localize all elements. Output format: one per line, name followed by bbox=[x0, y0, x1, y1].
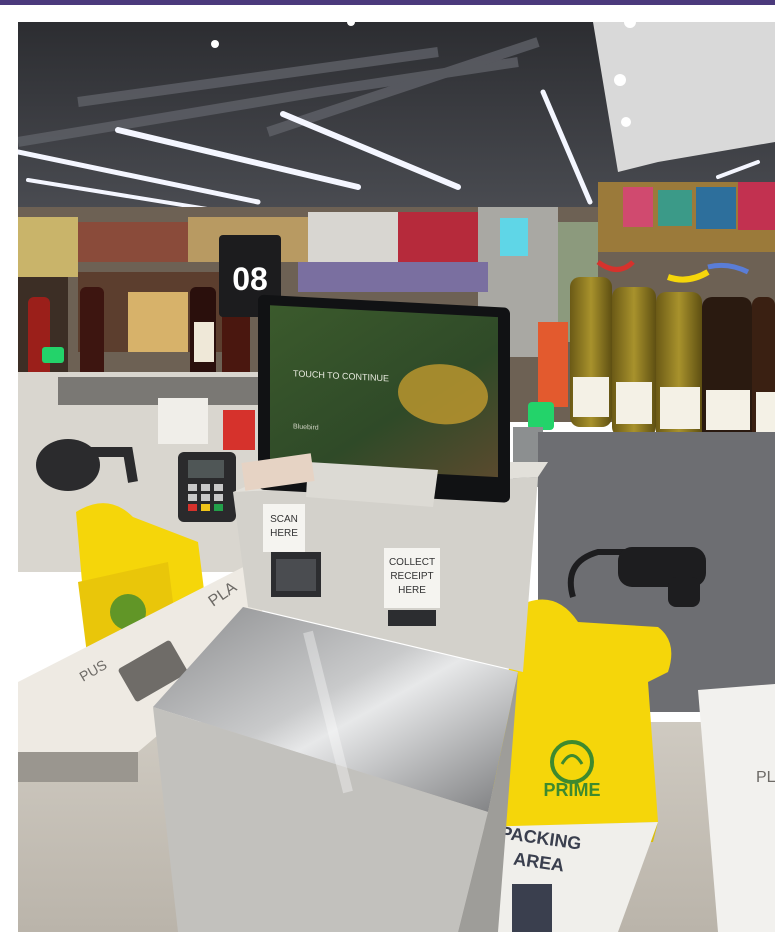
poster-red bbox=[223, 410, 255, 450]
left-counter-front bbox=[18, 752, 138, 782]
packing-area-arrow bbox=[512, 884, 552, 932]
frame-top-border bbox=[0, 0, 775, 5]
green-indicator-right bbox=[528, 402, 554, 430]
collect-receipt-line1: COLLECT bbox=[389, 557, 435, 568]
collect-receipt-line3: HERE bbox=[398, 585, 426, 596]
right-counter-sign: PL bbox=[756, 769, 775, 786]
terminal-display bbox=[188, 460, 224, 478]
poster-left bbox=[158, 398, 208, 444]
checkout-photo: 08 PLA PUS PL PRIME PACKING AREA SCAN HE… bbox=[18, 22, 775, 932]
orange-cup bbox=[538, 322, 568, 407]
collect-receipt-line2: RECEIPT bbox=[390, 571, 433, 582]
scan-here-line2: HERE bbox=[270, 528, 298, 539]
terminal-keypad bbox=[188, 484, 223, 511]
lane-number: 08 bbox=[232, 261, 268, 297]
receipt-slot bbox=[388, 610, 436, 626]
right-scanner-grip bbox=[668, 577, 700, 607]
green-indicator-left bbox=[42, 347, 64, 363]
scanner-glass bbox=[276, 559, 316, 591]
bag-brand: PRIME bbox=[543, 780, 600, 800]
left-handheld-scanner bbox=[36, 439, 100, 491]
screen-brand: Bluebird bbox=[293, 423, 319, 431]
photo-frame: 08 PLA PUS PL PRIME PACKING AREA SCAN HE… bbox=[0, 0, 775, 932]
scan-here-line1: SCAN bbox=[270, 514, 298, 525]
